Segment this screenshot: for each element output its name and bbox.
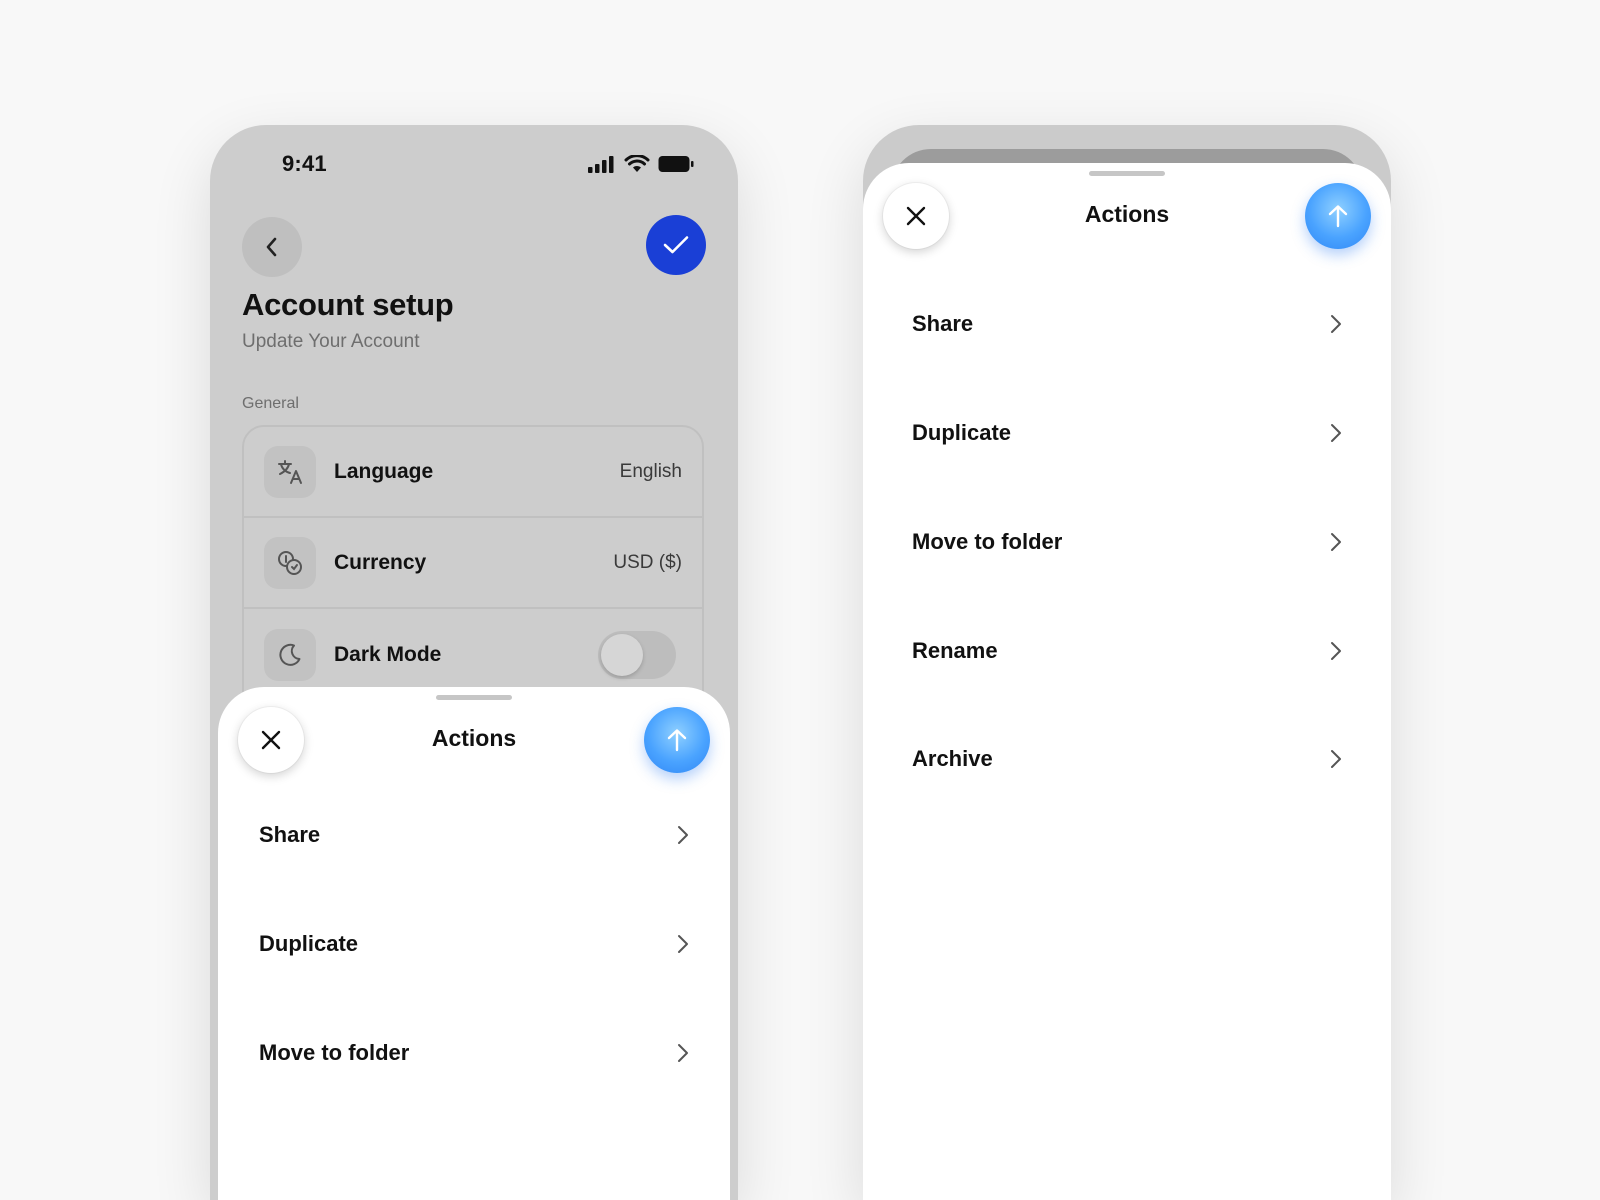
sheet-grabber[interactable] — [436, 695, 512, 700]
chevron-right-icon — [1331, 424, 1341, 442]
setting-label: Dark Mode — [334, 642, 442, 666]
arrow-up-icon — [667, 729, 687, 752]
action-item-move-to-folder[interactable]: Move to folder — [259, 1023, 689, 1083]
translate-icon — [264, 445, 316, 498]
action-label: Move to folder — [912, 529, 1063, 554]
check-icon — [663, 236, 689, 254]
action-label: Share — [259, 822, 321, 847]
status-time: 9:41 — [282, 151, 327, 176]
wifi-icon — [624, 155, 650, 172]
actions-sheet-right: Actions Share Duplicate Move to folder R… — [863, 163, 1391, 1200]
chevron-right-icon — [1331, 315, 1341, 333]
close-button[interactable] — [883, 183, 949, 249]
action-label: Rename — [912, 638, 998, 663]
setting-row-currency[interactable]: Currency USD ($) — [244, 518, 702, 609]
chevron-right-icon — [678, 935, 688, 953]
section-label-general: General — [242, 395, 299, 412]
close-icon — [906, 206, 926, 226]
action-label: Duplicate — [912, 420, 1012, 445]
toggle-knob — [601, 633, 643, 676]
action-label: Move to folder — [259, 1040, 410, 1065]
page-title: Account setup — [242, 287, 454, 322]
phone-left: 9:41 Account setup Update Your Account G… — [210, 125, 738, 1200]
upload-button[interactable] — [1305, 183, 1371, 249]
action-label: Share — [912, 311, 974, 336]
status-bar: 9:41 — [210, 151, 738, 179]
chevron-right-icon — [1331, 533, 1341, 551]
chevron-right-icon — [678, 1044, 688, 1062]
coins-icon — [264, 536, 316, 589]
action-label: Duplicate — [259, 931, 359, 956]
close-button[interactable] — [238, 707, 304, 773]
status-icons — [588, 155, 694, 173]
action-item-duplicate[interactable]: Duplicate — [259, 914, 689, 974]
chevron-right-icon — [1331, 642, 1341, 660]
back-button[interactable] — [242, 217, 302, 277]
setting-label: Language — [334, 459, 434, 483]
action-label: Archive — [912, 746, 993, 771]
dark-mode-toggle[interactable] — [598, 630, 676, 679]
action-item-duplicate[interactable]: Duplicate — [912, 403, 1342, 463]
moon-icon — [264, 628, 316, 681]
arrow-up-icon — [1328, 205, 1348, 228]
action-item-move-to-folder[interactable]: Move to folder — [912, 512, 1342, 572]
setting-row-language[interactable]: Language English — [244, 427, 702, 518]
setting-value: USD ($) — [613, 551, 682, 573]
phone-right: Actions Share Duplicate Move to folder R… — [863, 125, 1391, 1200]
chevron-right-icon — [1331, 750, 1341, 768]
sheet-grabber[interactable] — [1089, 171, 1165, 176]
action-item-rename[interactable]: Rename — [912, 621, 1342, 681]
confirm-button[interactable] — [646, 215, 706, 275]
close-icon — [261, 730, 281, 750]
battery-icon — [658, 156, 694, 172]
actions-sheet-left: Actions Share Duplicate Move to folder — [218, 687, 730, 1200]
settings-card: Language English Currency USD ($) Dark M… — [242, 425, 704, 715]
setting-value: English — [619, 460, 682, 482]
page-subtitle: Update Your Account — [242, 331, 420, 352]
action-item-archive[interactable]: Archive — [912, 729, 1342, 789]
chevron-left-icon — [266, 237, 277, 257]
upload-button[interactable] — [644, 707, 710, 773]
setting-label: Currency — [334, 550, 427, 574]
signal-icon — [588, 156, 614, 173]
action-item-share[interactable]: Share — [912, 294, 1342, 354]
chevron-right-icon — [678, 826, 688, 844]
action-item-share[interactable]: Share — [259, 805, 689, 865]
